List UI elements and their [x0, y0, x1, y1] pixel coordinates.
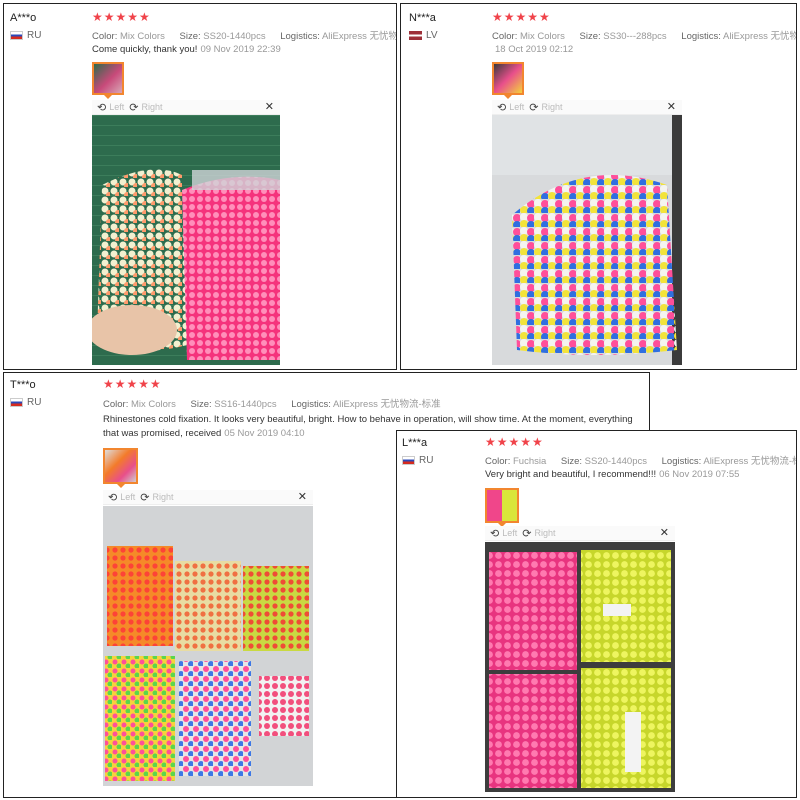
color-value: Mix Colors: [519, 31, 565, 42]
reviewer-name: L***a: [402, 437, 428, 449]
star-rating: ★★★★★: [92, 10, 151, 24]
photo-content: [92, 169, 280, 360]
size-value: SS30---288pcs: [603, 31, 667, 42]
review-body: Very bright and beautiful, I recommend!!…: [485, 469, 657, 480]
review-text: Come quickly, thank you! 09 Nov 2019 22:3…: [92, 43, 392, 57]
country-code: LV: [426, 30, 438, 41]
review-card: A***o RU ★★★★★ Color: Mix Colors Size: S…: [3, 3, 397, 370]
photo-viewer-toolbar: ⟲ Left ⟳ Right ✕: [492, 100, 682, 115]
close-icon[interactable]: ✕: [298, 490, 307, 503]
review-photo: [492, 115, 682, 365]
flag-icon: [402, 456, 415, 465]
reviewer-name: A***o: [10, 12, 37, 24]
size-label: Size:: [560, 456, 583, 467]
reviewer-country: RU: [10, 397, 41, 408]
order-attributes: Color: Mix Colors Size: SS20-1440pcs Log…: [92, 28, 397, 42]
review-text: 18 Oct 2019 02:12: [492, 43, 792, 57]
close-icon[interactable]: ✕: [660, 526, 669, 539]
reviewer-name: T***o: [10, 379, 36, 391]
reviewer-country: RU: [10, 30, 41, 41]
rotate-left-button[interactable]: Left: [502, 528, 517, 538]
review-photo-thumbnail[interactable]: [492, 62, 524, 99]
review-photo: [92, 115, 280, 365]
order-attributes: Color: Mix Colors Size: SS30---288pcs Lo…: [492, 28, 797, 42]
color-label: Color:: [492, 31, 518, 42]
size-value: SS16-1440pcs: [214, 399, 277, 410]
rotate-left-icon[interactable]: ⟲: [497, 101, 506, 114]
review-photo-thumbnail[interactable]: [103, 448, 138, 488]
review-date: 06 Nov 2019 07:55: [659, 469, 740, 480]
color-value: Fuchsia: [512, 456, 547, 467]
rotate-right-icon[interactable]: ⟳: [529, 101, 538, 114]
rotate-right-button[interactable]: Right: [141, 102, 162, 112]
rotate-right-button[interactable]: Right: [541, 102, 562, 112]
review-card: N***a LV ★★★★★ Color: Mix Colors Size: S…: [400, 3, 797, 370]
rotate-left-button[interactable]: Left: [120, 492, 135, 502]
color-label: Color:: [103, 399, 129, 410]
order-attributes: Color: Fuchsia Size: SS20-1440pcs Logist…: [485, 453, 796, 467]
logistics-value: AliExpress 无忧物流-标准: [332, 399, 441, 410]
review-photo-thumbnail[interactable]: [485, 488, 519, 527]
color-value: Mix Colors: [119, 31, 165, 42]
photo-viewer-toolbar: ⟲ Left ⟳ Right ✕: [92, 100, 280, 115]
rotate-right-icon[interactable]: ⟳: [129, 101, 138, 114]
size-label: Size:: [190, 399, 212, 410]
rotate-right-button[interactable]: Right: [152, 492, 173, 502]
close-icon[interactable]: ✕: [265, 100, 274, 113]
logistics-label: Logistics:: [661, 456, 702, 467]
order-attributes: Color: Mix Colors Size: SS16-1440pcs Log…: [103, 396, 441, 410]
flag-icon: [10, 398, 23, 407]
close-icon[interactable]: ✕: [667, 100, 676, 113]
rotate-right-icon[interactable]: ⟳: [140, 491, 149, 504]
rotate-left-icon[interactable]: ⟲: [108, 491, 117, 504]
review-photo-thumbnail[interactable]: [92, 62, 124, 99]
reviewer-country: RU: [402, 455, 433, 466]
star-rating: ★★★★★: [103, 377, 162, 391]
size-label: Size:: [579, 31, 601, 42]
size-label: Size:: [179, 31, 201, 42]
review-photo: [103, 506, 313, 786]
reviewer-country: LV: [409, 30, 438, 41]
size-value: SS20-1440pcs: [584, 456, 647, 467]
logistics-value: AliExpress 无忧物流-标准: [723, 31, 797, 42]
rotate-left-button[interactable]: Left: [509, 102, 524, 112]
rotate-right-icon[interactable]: ⟳: [522, 527, 531, 540]
review-text: Very bright and beautiful, I recommend!!…: [485, 468, 785, 482]
rotate-left-icon[interactable]: ⟲: [97, 101, 106, 114]
photo-viewer-toolbar: ⟲ Left ⟳ Right ✕: [103, 490, 313, 505]
photo-content: [105, 546, 309, 781]
review-body: Come quickly, thank you!: [92, 44, 198, 55]
review-card: L***a RU ★★★★★ Color: Fuchsia Size: SS20…: [396, 430, 797, 798]
review-date: 18 Oct 2019 02:12: [495, 44, 574, 55]
rotate-right-button[interactable]: Right: [534, 528, 555, 538]
rotate-left-icon[interactable]: ⟲: [490, 527, 499, 540]
logistics-value: AliExpress 无忧物流-标准: [703, 456, 796, 467]
size-value: SS20-1440pcs: [203, 31, 266, 42]
photo-content: [492, 115, 677, 365]
logistics-value: AliExpress 无忧物流-标准: [321, 31, 397, 42]
flag-icon: [10, 31, 23, 40]
review-date: 09 Nov 2019 22:39: [200, 44, 281, 55]
photo-content: [489, 550, 671, 788]
color-label: Color:: [92, 31, 118, 42]
logistics-label: Logistics:: [280, 31, 320, 42]
review-date: 05 Nov 2019 04:10: [224, 428, 305, 439]
logistics-label: Logistics:: [291, 399, 331, 410]
star-rating: ★★★★★: [485, 435, 544, 449]
country-code: RU: [419, 455, 434, 466]
star-rating: ★★★★★: [492, 10, 551, 24]
rotate-left-button[interactable]: Left: [109, 102, 124, 112]
reviewer-name: N***a: [409, 12, 436, 24]
photo-viewer-toolbar: ⟲ Left ⟳ Right ✕: [485, 526, 675, 541]
logistics-label: Logistics:: [681, 31, 721, 42]
color-label: Color:: [485, 456, 511, 467]
review-photo: [485, 542, 675, 792]
country-code: RU: [27, 30, 42, 41]
country-code: RU: [27, 397, 42, 408]
flag-icon: [409, 31, 422, 40]
color-value: Mix Colors: [130, 399, 176, 410]
